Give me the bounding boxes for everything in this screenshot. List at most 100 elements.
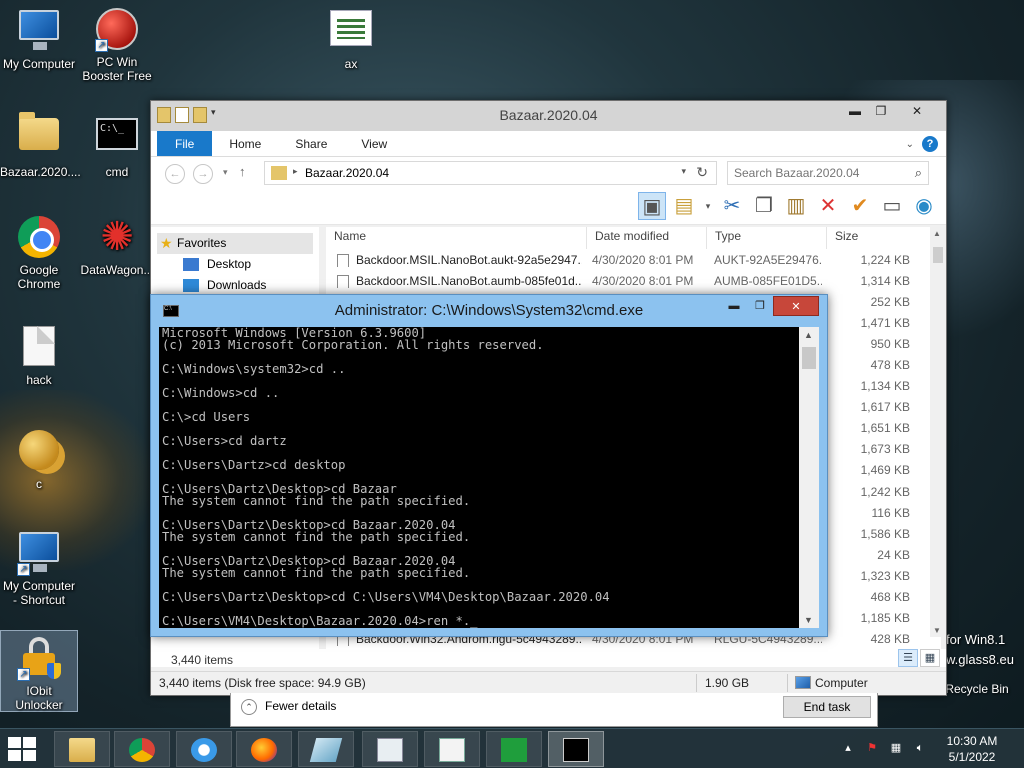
taskbar-task-manager[interactable] [362, 731, 418, 767]
large-icons-view-button[interactable]: ▦ [920, 649, 940, 667]
desktop-icon-hack[interactable]: hack [0, 324, 78, 387]
globe-icon[interactable]: ◉ [910, 192, 938, 220]
chevron-down-icon[interactable]: ▾ [702, 192, 714, 220]
nav-downloads[interactable]: Downloads [151, 275, 319, 296]
search-icon[interactable]: ⌕ [915, 165, 922, 181]
desktop-icon-iobit-unlocker[interactable]: ↗ IObit Unlocker [0, 630, 78, 712]
start-button[interactable] [8, 737, 38, 761]
selection-size: 1.90 GB [705, 676, 750, 690]
delete-icon[interactable]: ✕ [814, 192, 842, 220]
cmd-window[interactable]: C:\ Administrator: C:\Windows\System32\c… [150, 294, 828, 637]
scroll-up-icon[interactable]: ▲ [933, 229, 941, 238]
file-row[interactable]: Backdoor.MSIL.NanoBot.aukt-92a5e2947... 4… [326, 249, 941, 270]
desktop-icon-label: cmd [105, 165, 129, 179]
maximize-button[interactable]: ❐ [747, 296, 773, 316]
desktop-icon-bazaar-folder[interactable]: Bazaar.2020.... [0, 112, 81, 179]
console-output[interactable]: Microsoft Windows [Version 6.3.9600] (c)… [159, 327, 799, 628]
desktop-icon-label: c [36, 477, 42, 491]
end-task-button[interactable]: End task [783, 696, 871, 718]
taskbar-cmd[interactable] [548, 731, 604, 767]
volume-icon[interactable]: 🔈︎ [912, 740, 928, 756]
close-button[interactable]: ✕ [773, 296, 819, 316]
desktop-icon-my-computer-shortcut[interactable]: ↗ My Computer - Shortcut [0, 530, 78, 607]
desktop-icon-label: Bazaar.2020.... [0, 165, 81, 179]
nav-favorites[interactable]: ★ Favorites [157, 233, 313, 254]
minimize-button[interactable]: ▬ [842, 101, 868, 121]
explorer-title-bar[interactable]: ▾ Bazaar.2020.04 ▬ ❐ ✕ [151, 101, 946, 131]
taskbar-firefox[interactable] [236, 731, 292, 767]
show-hidden-icons-icon[interactable]: ▴ [840, 740, 856, 756]
preview-pane-icon[interactable]: ▣ [638, 192, 666, 220]
cmd-title-bar[interactable]: C:\ Administrator: C:\Windows\System32\c… [151, 295, 827, 327]
desktop-icon-my-computer[interactable]: My Computer [0, 8, 78, 71]
console-text[interactable]: Microsoft Windows [Version 6.3.9600] (c)… [159, 327, 799, 627]
chevron-up-icon[interactable]: ⌃ [241, 699, 257, 715]
details-view-button[interactable]: ☰ [898, 649, 918, 667]
close-button[interactable]: ✕ [894, 101, 940, 121]
network-icon[interactable]: ▦ [888, 740, 904, 756]
file-size: 1,586 KB [860, 526, 910, 541]
breadcrumb[interactable]: Bazaar.2020.04 [305, 166, 389, 180]
file-type: AUMB-085FE01D5... [714, 273, 822, 288]
paste-icon[interactable]: ▥ [782, 192, 810, 220]
rename-icon[interactable]: ▭ [878, 192, 906, 220]
minimize-button[interactable]: ▬ [721, 296, 747, 316]
column-size[interactable]: Size [827, 227, 907, 249]
location-computer: Computer [815, 676, 868, 690]
taskbar-notepad-plus[interactable] [424, 731, 480, 767]
column-type[interactable]: Type [707, 227, 827, 249]
scrollbar-thumb[interactable] [802, 347, 816, 369]
desktop-icon-label: My Computer [2, 57, 76, 71]
scroll-up-icon[interactable]: ▲ [804, 330, 813, 340]
taskbar-weather[interactable] [176, 731, 232, 767]
file-name-text: Backdoor.MSIL.NanoBot.aukt-92a5e2947... [356, 252, 582, 267]
tab-file[interactable]: File [157, 131, 213, 156]
cut-icon[interactable]: ✂ [718, 192, 746, 220]
check-icon[interactable]: ✔ [846, 192, 874, 220]
tab-share[interactable]: Share [278, 131, 344, 156]
folder-options-icon[interactable]: ▤ [670, 192, 698, 220]
search-box[interactable]: ⌕ [727, 161, 929, 185]
desktop-icon-pc-win-booster[interactable]: ↗ PC Win Booster Free [78, 8, 156, 83]
tab-view[interactable]: View [344, 131, 404, 156]
breadcrumb-arrow-icon[interactable]: ▸ [293, 166, 298, 177]
scroll-down-icon[interactable]: ▼ [804, 615, 813, 625]
file-list-scrollbar[interactable]: ▲ ▼ [930, 227, 946, 637]
column-date-modified[interactable]: Date modified [587, 227, 707, 249]
taskbar-notepad[interactable] [298, 731, 354, 767]
scroll-down-icon[interactable]: ▼ [933, 626, 941, 635]
console-scrollbar[interactable]: ▲ ▼ [799, 327, 819, 628]
desktop-icon-cmd[interactable]: C:\_ cmd [78, 112, 156, 179]
desktop-icon-label: PC Win Booster Free [82, 55, 152, 83]
desktop-icon-datawagon[interactable]: ✺ DataWagon... [78, 216, 156, 277]
desktop-icon-ax[interactable]: ax [312, 8, 390, 71]
file-row[interactable]: Backdoor.MSIL.NanoBot.aumb-085fe01d... 4/… [326, 270, 941, 291]
recent-locations-icon[interactable]: ▾ [223, 167, 228, 178]
chevron-down-icon[interactable]: ⌄ [906, 139, 914, 150]
desktop-icon-recycle-bin[interactable]: Recycle Bin [940, 652, 1014, 696]
maximize-button[interactable]: ❐ [868, 101, 894, 121]
nav-desktop[interactable]: Desktop [151, 254, 319, 275]
scrollbar-thumb[interactable] [933, 247, 943, 263]
desktop-icon-c[interactable]: c [0, 428, 78, 491]
copy-icon[interactable]: ❐ [750, 192, 778, 220]
column-name[interactable]: Name [326, 227, 587, 249]
up-button[interactable]: ↑ [239, 164, 246, 179]
help-icon[interactable]: ? [922, 136, 938, 152]
desktop-icon-google-chrome[interactable]: Google Chrome [0, 216, 78, 291]
search-input[interactable] [734, 163, 904, 183]
back-button[interactable]: ← [165, 164, 185, 184]
fewer-details-link[interactable]: Fewer details [265, 699, 336, 713]
taskbar-store[interactable] [486, 731, 542, 767]
watermark-line: for Win8.1 [946, 632, 1006, 647]
address-dropdown-icon[interactable]: ▾ [681, 166, 686, 177]
forward-button[interactable]: → [193, 164, 213, 184]
tab-home[interactable]: Home [212, 131, 278, 156]
taskbar-file-explorer[interactable] [54, 731, 110, 767]
taskbar-clock[interactable]: 10:30 AM 5/1/2022 [936, 733, 1008, 765]
file-date: 4/30/2020 8:01 PM [592, 273, 694, 288]
address-bar[interactable]: ▸ Bazaar.2020.04 ▾ ↻ [264, 161, 717, 185]
refresh-icon[interactable]: ↻ [696, 164, 708, 181]
taskbar-chrome[interactable] [114, 731, 170, 767]
action-center-flag-icon[interactable]: ⚑ [864, 740, 880, 756]
